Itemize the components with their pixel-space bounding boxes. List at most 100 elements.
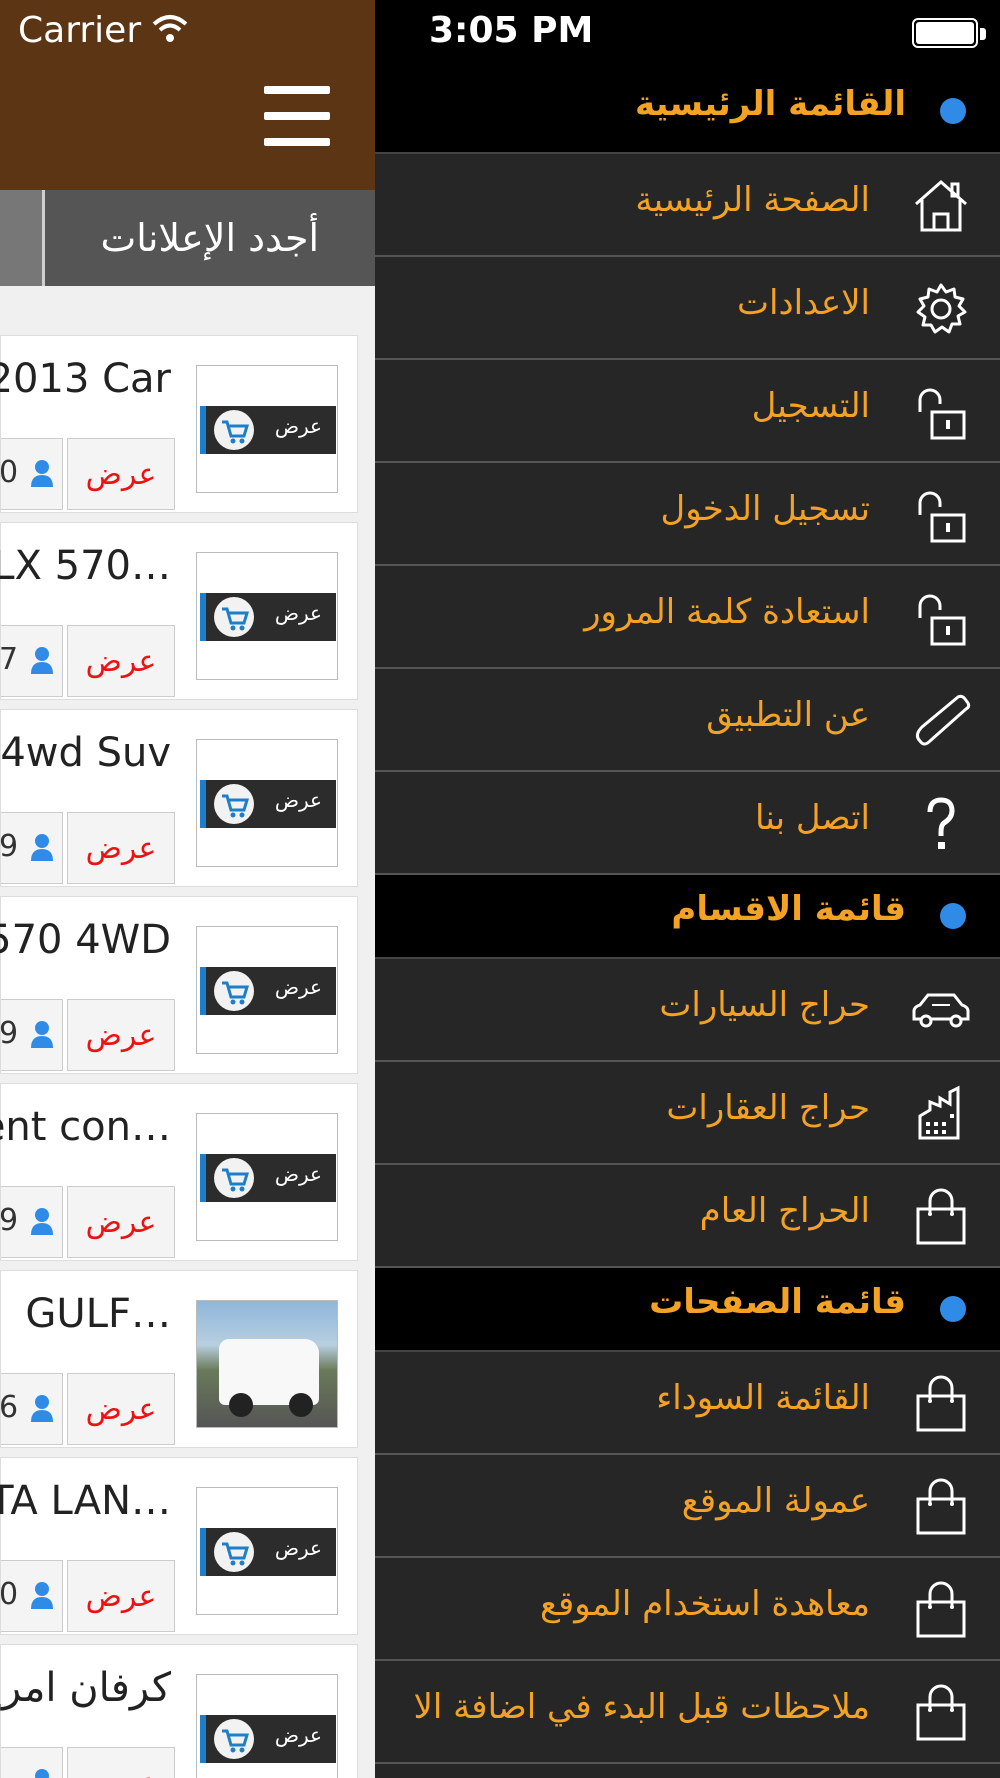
unlock-icon xyxy=(910,588,972,648)
view-button[interactable]: عرض xyxy=(67,625,175,697)
listing-title: GULF… xyxy=(25,1291,171,1337)
listing-thumbnail[interactable]: عرض xyxy=(196,552,338,680)
gear-icon xyxy=(910,279,972,339)
views-count: 9 xyxy=(0,1203,19,1238)
menu-item[interactable]: حراج السيارات xyxy=(375,959,1000,1062)
user-icon xyxy=(31,833,53,863)
menu-item[interactable]: اتصل بنا xyxy=(375,772,1000,875)
listing-card[interactable]: TA LAN… عرض عرض 0 xyxy=(0,1457,358,1635)
view-button[interactable]: عرض xyxy=(67,1747,175,1778)
menu-item-label: عن التطبيق xyxy=(706,695,870,735)
listing-thumbnail[interactable]: عرض xyxy=(196,1113,338,1241)
cart-icon xyxy=(214,1532,254,1572)
battery-icon xyxy=(912,18,978,48)
user-icon xyxy=(31,646,53,676)
placeholder-text: عرض xyxy=(274,1723,322,1747)
placeholder-text: عرض xyxy=(274,601,322,625)
building-icon xyxy=(910,1084,972,1144)
menu-item-label: حراج السيارات xyxy=(659,985,870,1025)
user-icon xyxy=(31,459,53,489)
menu-item[interactable]: الاعدادات xyxy=(375,257,1000,360)
tab-latest-ads[interactable]: أجدد الإعلانات xyxy=(45,190,375,286)
menu-item[interactable]: الصفحة الرئيسية xyxy=(375,154,1000,257)
cart-icon xyxy=(214,784,254,824)
user-icon xyxy=(31,1581,53,1611)
unlock-icon xyxy=(910,485,972,545)
listing-thumbnail[interactable]: عرض xyxy=(196,739,338,867)
section-title: القائمة الرئيسية xyxy=(635,84,906,124)
user-icon xyxy=(31,1394,53,1424)
listing-thumbnail[interactable]: عرض xyxy=(196,926,338,1054)
listing-title: 2013 Car xyxy=(0,356,171,402)
listing-card[interactable]: 2013 Car عرض عرض 0 xyxy=(0,335,358,513)
car-wheel xyxy=(289,1393,313,1417)
menu-item[interactable]: عمولة الموقع xyxy=(375,1455,1000,1558)
views-count: 0 xyxy=(0,455,19,490)
views-stat: 6 xyxy=(0,1373,63,1445)
menu-item-label: معاهدة استخدام الموقع xyxy=(539,1584,870,1624)
bag-icon xyxy=(910,1187,972,1247)
status-time: 3:05 PM xyxy=(429,10,594,51)
section-dot-icon xyxy=(940,903,966,929)
view-button[interactable]: عرض xyxy=(67,438,175,510)
placeholder-text: عرض xyxy=(274,1536,322,1560)
tab-other[interactable] xyxy=(0,190,42,286)
listing-card[interactable]: 4wd Suv عرض عرض 9 xyxy=(0,709,358,887)
view-button[interactable]: عرض xyxy=(67,999,175,1071)
bag-icon xyxy=(910,1580,972,1640)
view-button[interactable]: عرض xyxy=(67,1560,175,1632)
listing-thumbnail[interactable]: عرض xyxy=(196,1674,338,1778)
menu-item-label: حراج العقارات xyxy=(666,1088,870,1128)
hamburger-menu-icon[interactable] xyxy=(264,86,330,146)
menu-item[interactable]: عن التطبيق xyxy=(375,669,1000,772)
bag-icon xyxy=(910,1477,972,1537)
cart-icon xyxy=(214,971,254,1011)
placeholder-banner: عرض xyxy=(200,1528,336,1576)
listing-title: كرفان امريك xyxy=(0,1665,171,1711)
listing-card[interactable]: 570 4WD عرض عرض 9 xyxy=(0,896,358,1074)
views-count: 9 xyxy=(0,1016,19,1051)
listing-title: ent con… xyxy=(0,1104,171,1150)
listing-thumbnail[interactable]: عرض xyxy=(196,1487,338,1615)
section-dot-icon xyxy=(940,1296,966,1322)
carrier-label: Carrier xyxy=(18,10,142,51)
menu-item[interactable]: القائمة السوداء xyxy=(375,1352,1000,1455)
bag-icon xyxy=(910,1683,972,1743)
menu-item[interactable]: ملاحظات قبل البدء في اضافة الا xyxy=(375,1661,1000,1764)
placeholder-text: عرض xyxy=(274,1162,322,1186)
home-icon xyxy=(910,176,972,236)
cart-icon xyxy=(214,410,254,450)
listing-thumbnail[interactable] xyxy=(196,1300,338,1428)
section-title: قائمة الصفحات xyxy=(649,1282,906,1322)
listing-card[interactable]: ent con… عرض عرض 9 xyxy=(0,1083,358,1261)
user-icon xyxy=(31,1207,53,1237)
menu-item[interactable]: التسجيل xyxy=(375,360,1000,463)
view-button[interactable]: عرض xyxy=(67,1186,175,1258)
placeholder-banner: عرض xyxy=(200,1154,336,1202)
menu-item[interactable]: الحراج العام xyxy=(375,1165,1000,1268)
listing-card[interactable]: LX 570… عرض عرض 7 xyxy=(0,522,358,700)
views-stat: 0 xyxy=(0,438,63,510)
wifi-icon xyxy=(152,15,188,42)
side-menu-drawer: 3:05 PM القائمة الرئيسية الصفحة الرئيسية ا… xyxy=(375,0,1000,1778)
phone-icon xyxy=(910,691,972,751)
view-button[interactable]: عرض xyxy=(67,812,175,884)
view-button[interactable]: عرض xyxy=(67,1373,175,1445)
listing-thumbnail[interactable]: عرض xyxy=(196,365,338,493)
menu-item[interactable]: استعادة كلمة المرور xyxy=(375,566,1000,669)
menu-item[interactable]: معاهدة استخدام الموقع xyxy=(375,1558,1000,1661)
cart-icon xyxy=(214,597,254,637)
views-count: 7 xyxy=(0,642,19,677)
menu-item[interactable]: تسجيل الدخول xyxy=(375,463,1000,566)
section-dot-icon xyxy=(940,98,966,124)
status-bar: 3:05 PM xyxy=(375,0,1000,70)
listing-title: 4wd Suv xyxy=(0,730,171,776)
cart-icon xyxy=(214,1158,254,1198)
menu-item[interactable]: حراج العقارات xyxy=(375,1062,1000,1165)
menu-item-label: التسجيل xyxy=(751,386,870,426)
car-wheel xyxy=(229,1393,253,1417)
placeholder-text: عرض xyxy=(274,414,322,438)
menu-section-header: قائمة الاقسام xyxy=(375,875,1000,959)
listing-card[interactable]: GULF… عرض 6 xyxy=(0,1270,358,1448)
listing-card[interactable]: كرفان امريك عرض عرض xyxy=(0,1644,358,1778)
